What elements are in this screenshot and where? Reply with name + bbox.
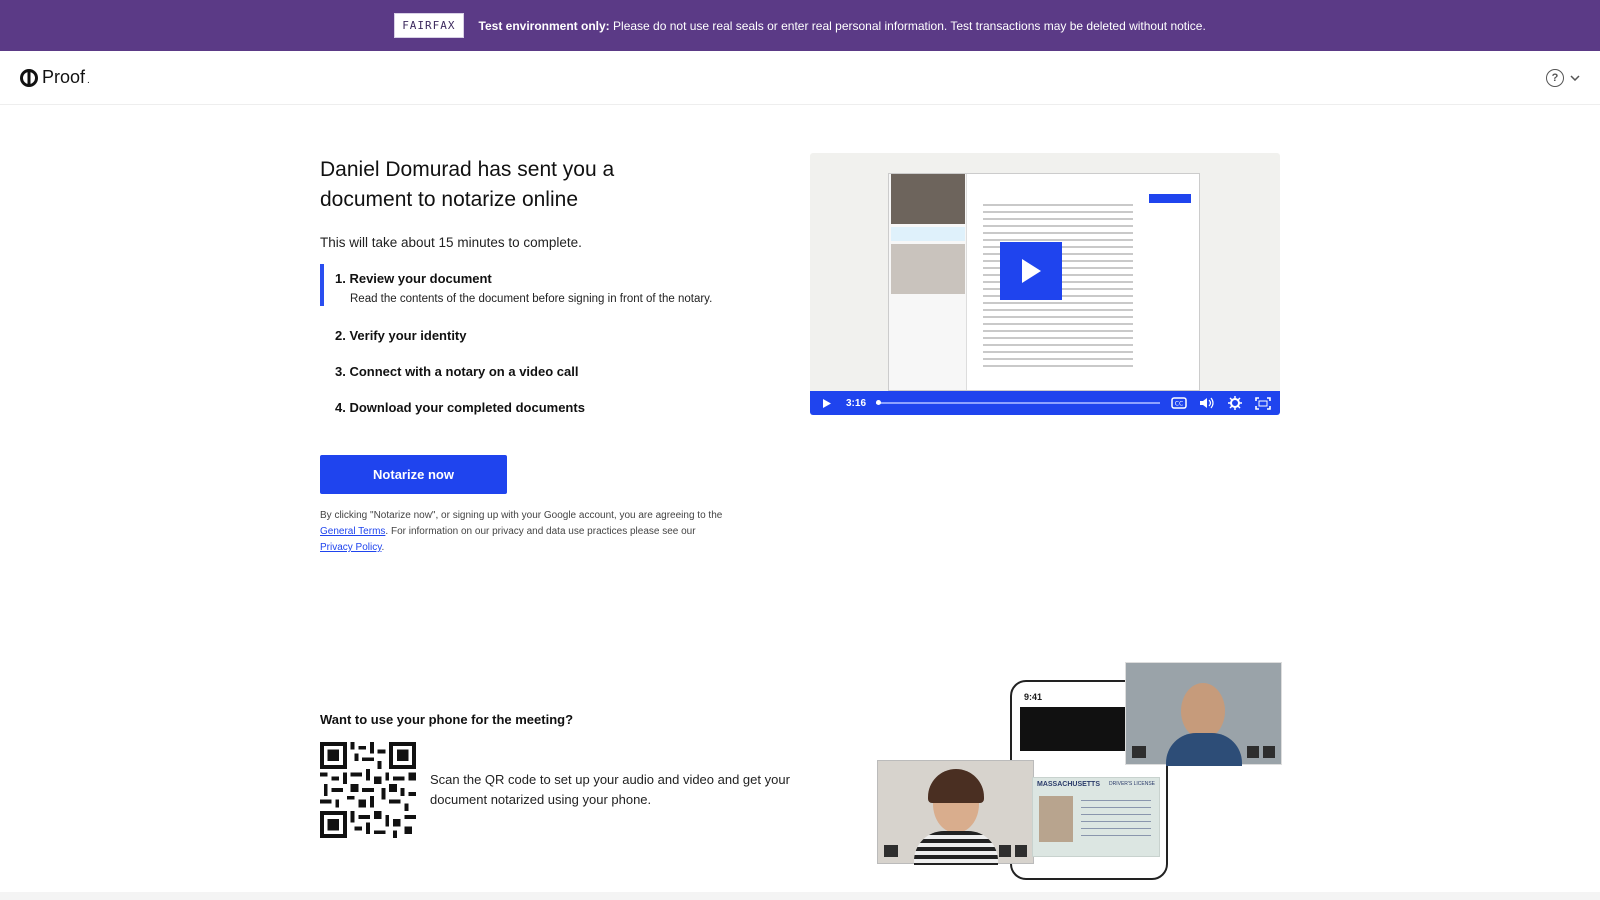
participant-row [891, 227, 965, 241]
settings-icon[interactable] [1226, 396, 1244, 410]
signal-icon [1132, 746, 1146, 758]
proof-logo[interactable]: Proof. [20, 67, 90, 89]
phone-meeting-title: Want to use your phone for the meeting? [320, 712, 574, 727]
question-circle-icon: ? [1546, 68, 1564, 87]
step-title: 4. Download your completed documents [335, 400, 585, 415]
phone-illustration: 9:41 MASSACHUSETTS DRIVER'S LICENSE [870, 662, 1282, 882]
steps-list: 1. Review your document Read the content… [320, 264, 780, 419]
page-footer-strip [0, 892, 1600, 900]
phone-meeting-section: Want to use your phone for the meeting? [320, 712, 800, 838]
chevron-down-icon [1570, 74, 1580, 81]
banner-label: Test environment only: [478, 18, 610, 33]
user-video-card [877, 760, 1034, 865]
step-title: 3. Connect with a notary on a video call [335, 364, 579, 379]
id-card-icon [999, 845, 1011, 857]
video-player[interactable]: 3:16 CC [810, 153, 1280, 415]
video-duration: 3:16 [846, 397, 867, 409]
fullscreen-icon[interactable] [1254, 396, 1272, 410]
general-terms-link[interactable]: General Terms [320, 526, 385, 537]
license-state: MASSACHUSETTS [1037, 781, 1101, 788]
signer-video [891, 244, 965, 294]
thumbnail-action-button [1149, 194, 1191, 203]
notarize-intro: Daniel Domurad has sent you a document t… [320, 155, 780, 556]
qr-code[interactable] [320, 742, 416, 838]
notarize-now-button[interactable]: Notarize now [320, 455, 507, 494]
person-shirt [1166, 733, 1242, 766]
step-description: Read the contents of the document before… [350, 293, 713, 305]
thumbnail-sidebar [889, 174, 967, 390]
step-connect: 3. Connect with a notary on a video call [320, 361, 780, 383]
progress-track[interactable] [876, 400, 1160, 405]
svg-text:CC: CC [1175, 401, 1183, 408]
play-button[interactable] [1000, 242, 1062, 300]
phone-time: 9:41 [1024, 692, 1043, 702]
help-menu[interactable]: ? [1546, 68, 1580, 87]
brand-mark: . [87, 74, 90, 86]
privacy-policy-link[interactable]: Privacy Policy [320, 542, 382, 553]
more-icon [1263, 746, 1275, 758]
qr-row: Scan the QR code to set up your audio an… [320, 742, 800, 838]
video-controls: 3:16 CC [810, 391, 1280, 415]
legal-part-1: By clicking "Notarize now", or signing u… [320, 510, 723, 521]
volume-icon[interactable] [1198, 396, 1216, 410]
top-navigation: Proof. ? [0, 51, 1600, 105]
brand-name: Proof [42, 67, 86, 87]
play-icon [1022, 259, 1041, 283]
license-photo [1039, 796, 1073, 842]
person-shirt [914, 831, 998, 865]
main-content: Daniel Domurad has sent you a document t… [0, 105, 1600, 900]
fairfax-logo: FAIRFAX [394, 13, 464, 38]
phone-meeting-description: Scan the QR code to set up your audio an… [430, 772, 790, 807]
play-small-icon[interactable] [818, 396, 836, 410]
signer-video-card [1125, 662, 1282, 766]
step-download: 4. Download your completed documents [320, 397, 780, 419]
page-title: Daniel Domurad has sent you a document t… [320, 158, 615, 211]
legal-part-3: . [381, 542, 385, 553]
person-avatar [1181, 683, 1225, 739]
test-environment-banner: FAIRFAX Test environment only: Please do… [0, 0, 1600, 51]
license-type: DRIVER'S LICENSE [1109, 781, 1155, 787]
step-title: 2. Verify your identity [335, 328, 467, 343]
drivers-license-card: MASSACHUSETTS DRIVER'S LICENSE [1032, 777, 1160, 857]
banner-message: Test environment only: Please do not use… [479, 19, 1206, 33]
notary-video [891, 174, 965, 224]
step-title: 1. Review your document [335, 271, 492, 286]
cc-icon[interactable]: CC [1170, 396, 1188, 410]
legal-part-2: . For information on our privacy and dat… [385, 526, 696, 537]
more-icon [1015, 845, 1027, 857]
step-verify: 2. Verify your identity [320, 325, 780, 347]
license-lines [1081, 800, 1151, 840]
step-review: 1. Review your document Read the content… [320, 264, 780, 306]
legal-text: By clicking "Notarize now", or signing u… [320, 508, 760, 556]
banner-text: Please do not use real seals or enter re… [609, 18, 1206, 33]
duration-text: This will take about 15 minutes to compl… [320, 235, 582, 250]
mic-icon [1247, 746, 1259, 758]
signal-icon [884, 845, 898, 857]
proof-logo-icon [20, 68, 38, 87]
person-hair [928, 769, 984, 803]
